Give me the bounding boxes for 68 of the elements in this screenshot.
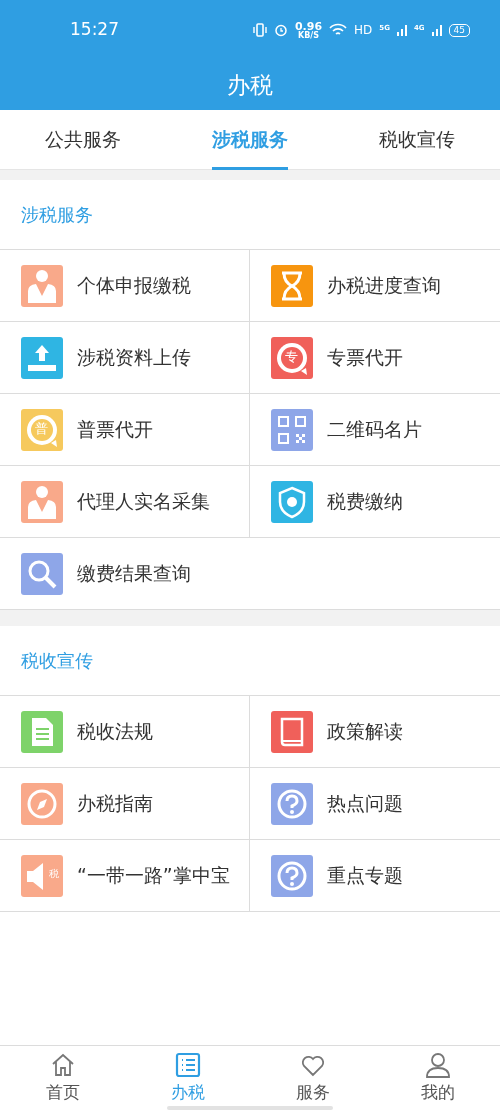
item-label: 涉税资料上传 (77, 345, 191, 371)
service-item[interactable]: 热点问题 (250, 768, 500, 840)
item-label: 个体申报缴税 (77, 273, 191, 299)
person-icon (21, 264, 63, 307)
doc-icon (21, 710, 63, 753)
service-item[interactable]: 办税进度查询 (250, 250, 500, 322)
question-icon (271, 854, 313, 897)
tab[interactable]: 税收宣传 (378, 109, 455, 170)
item-label: 专票代开 (327, 345, 403, 371)
chat-bubble-icon (271, 336, 313, 379)
shield-icon (271, 480, 313, 523)
service-item[interactable]: 税 “一带一路”掌中宝 (0, 840, 250, 912)
tab[interactable]: 公共服务 (45, 109, 122, 170)
battery-level: 45 (448, 23, 470, 37)
item-label: 普票代开 (77, 417, 153, 443)
signal-icon (396, 24, 407, 36)
section-title: 税收宣传 (21, 649, 93, 673)
item-label: 税费缴纳 (327, 489, 403, 515)
service-item[interactable]: 税费缴纳 (250, 466, 500, 538)
item-label: 税收法规 (77, 719, 153, 745)
service-item[interactable]: 缴费结果查询 (0, 538, 500, 610)
service-item[interactable]: 个体申报缴税 (0, 250, 250, 322)
service-item[interactable]: 涉税资料上传 (0, 322, 250, 394)
item-label: 二维码名片 (327, 417, 422, 443)
user-icon (424, 1052, 451, 1078)
nav-tab[interactable]: 首页 (0, 1046, 125, 1111)
service-item[interactable]: 政策解读 (250, 696, 500, 768)
section-title: 涉税服务 (21, 203, 93, 227)
service-item[interactable]: 二维码名片 (250, 394, 500, 466)
nav-tab[interactable]: 我的 (375, 1046, 500, 1111)
person-icon (21, 480, 63, 523)
speaker-icon (21, 854, 63, 897)
item-label: 政策解读 (327, 719, 403, 745)
book-icon (271, 710, 313, 753)
item-label: 办税指南 (77, 791, 153, 817)
speed-unit: KB/S (297, 31, 319, 40)
item-label: 代理人实名采集 (77, 489, 210, 515)
item-label: “一带一路”掌中宝 (77, 863, 230, 889)
hourglass-icon (271, 264, 313, 307)
icon-label: 普 (35, 421, 48, 435)
item-label: 热点问题 (327, 791, 403, 817)
question-icon (271, 782, 313, 825)
status-time: 15:27 (70, 18, 119, 42)
wifi-icon (329, 23, 348, 37)
chat-bubble-icon (21, 408, 63, 451)
search-icon (21, 552, 63, 595)
icon-label: 专 (285, 349, 298, 363)
service-item[interactable]: 税收法规 (0, 696, 250, 768)
service-item[interactable]: 代理人实名采集 (0, 466, 250, 538)
vibrate-icon (252, 23, 267, 37)
service-item[interactable]: 重点专题 (250, 840, 500, 912)
alarm-icon (273, 23, 288, 37)
hd-label: HD (354, 22, 373, 39)
upload-icon (21, 336, 63, 379)
nav-tab[interactable]: 服务 (250, 1046, 375, 1111)
service-item[interactable]: 专 专票代开 (250, 322, 500, 394)
qr-icon (271, 408, 313, 451)
item-label: 重点专题 (327, 863, 403, 889)
item-label: 缴费结果查询 (77, 561, 191, 587)
service-item[interactable]: 普 普票代开 (0, 394, 250, 466)
compass-icon (21, 782, 63, 825)
item-label: 办税进度查询 (327, 273, 441, 299)
icon-label: 税 (49, 868, 59, 879)
page-title: 办税 (227, 70, 273, 100)
network-speed: 0.96 (294, 20, 323, 32)
service-item[interactable]: 办税指南 (0, 768, 250, 840)
list-icon (174, 1052, 201, 1078)
signal-icon (431, 24, 442, 36)
